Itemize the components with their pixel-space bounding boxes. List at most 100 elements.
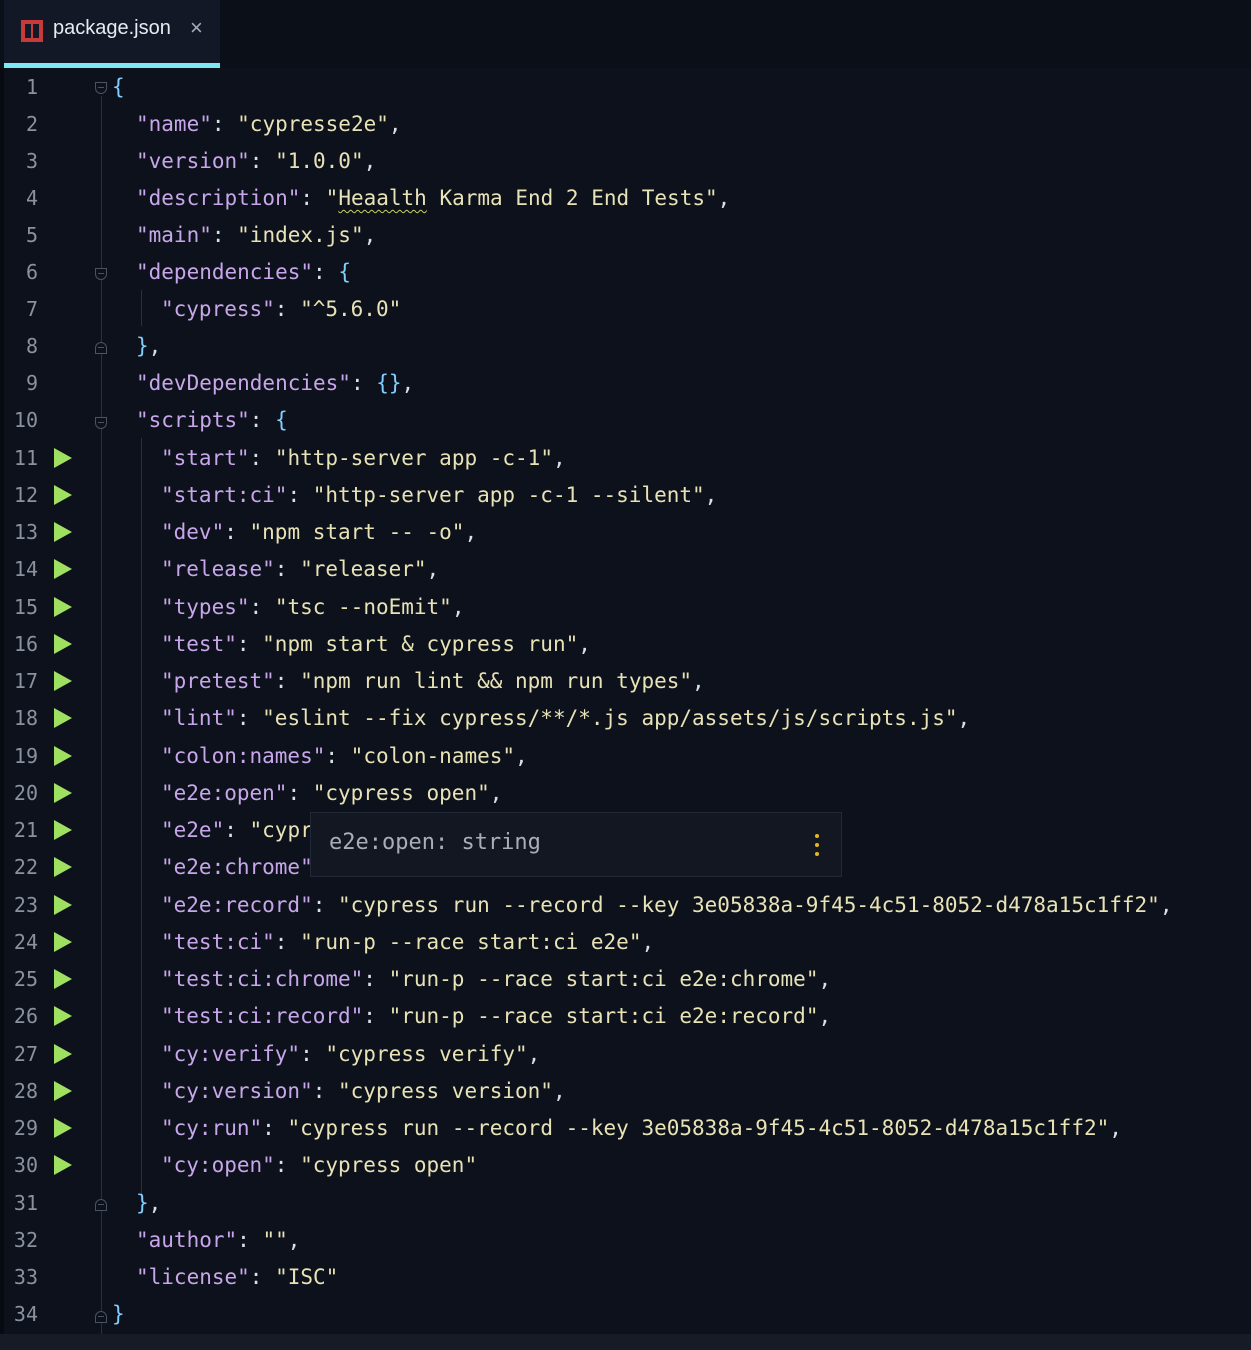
json-key: "license" [136, 1265, 250, 1289]
fold-close-icon[interactable] [95, 1199, 107, 1211]
brace: { [112, 75, 125, 99]
run-script-icon[interactable] [54, 597, 72, 617]
script-value: "npm start & cypress run" [262, 632, 579, 656]
script-line: "colon:names": "colon-names", [161, 744, 528, 768]
tab-package-json[interactable]: package.json × [4, 0, 220, 68]
run-script-icon[interactable] [54, 895, 72, 915]
tab-bar: package.json × [0, 0, 1251, 68]
json-key: "dependencies" [136, 260, 314, 284]
indent-guide [141, 290, 142, 326]
fold-open-icon[interactable] [95, 268, 107, 280]
run-script-icon[interactable] [54, 969, 72, 989]
script-line: "test:ci:record": "run-p --race start:ci… [161, 1004, 832, 1028]
script-value: "npm start -- -o" [249, 520, 465, 544]
more-vertical-icon[interactable] [814, 834, 820, 858]
script-value: "cypress version" [338, 1079, 553, 1103]
script-line: "start:ci": "http-server app -c-1 --sile… [161, 483, 718, 507]
run-script-icon[interactable] [54, 1081, 72, 1101]
line-number: 11 [13, 446, 38, 470]
code-line: "version": "1.0.0", [136, 149, 377, 173]
line-number: 17 [13, 669, 38, 693]
json-value: "index.js" [237, 223, 364, 247]
run-script-icon[interactable] [54, 708, 72, 728]
script-key: "test:ci:chrome" [161, 967, 364, 991]
line-number: 5 [25, 223, 38, 247]
script-line: "cy:run": "cypress run --record --key 3e… [161, 1116, 1122, 1140]
script-key: "start" [161, 446, 250, 470]
run-script-icon[interactable] [54, 820, 72, 840]
script-line: "pretest": "npm run lint && npm run type… [161, 669, 705, 693]
line-number: 22 [13, 855, 38, 879]
script-line: "dev": "npm start -- -o", [161, 520, 478, 544]
line-number: 21 [13, 818, 38, 842]
run-script-icon[interactable] [54, 1155, 72, 1175]
run-script-icon[interactable] [54, 857, 72, 877]
run-script-icon[interactable] [54, 1006, 72, 1026]
close-icon[interactable]: × [190, 15, 203, 41]
script-key: "cy:version" [161, 1079, 313, 1103]
code-line: "devDependencies": {}, [136, 371, 415, 395]
script-value: "cypress open" [312, 781, 490, 805]
script-line: "types": "tsc --noEmit", [161, 595, 465, 619]
code-line: "license": "ISC" [136, 1265, 339, 1289]
code-line: "author": "", [136, 1228, 301, 1252]
script-line: "test:ci:chrome": "run-p --race start:ci… [161, 967, 832, 991]
run-script-icon[interactable] [54, 746, 72, 766]
script-key: "e2e:open" [161, 781, 288, 805]
script-value: "run-p --race start:ci e2e" [300, 930, 642, 954]
script-key: "cy:verify" [161, 1042, 301, 1066]
fold-close-icon[interactable] [95, 342, 107, 354]
run-script-icon[interactable] [54, 559, 72, 579]
script-value: "npm run lint && npm run types" [300, 669, 693, 693]
script-line: "e2e": "cypr [161, 818, 313, 842]
code-editor[interactable]: 1 2 3 4 5 6 7 8 9 10 11 12 13 14 15 16 1… [0, 68, 1251, 1350]
fold-open-icon[interactable] [95, 417, 107, 429]
line-number: 16 [13, 632, 38, 656]
run-script-icon[interactable] [54, 634, 72, 654]
json-value: "" [262, 1228, 288, 1252]
script-value: "cypress verify" [325, 1042, 528, 1066]
script-value: "cypress run --record --key 3e05838a-9f4… [287, 1116, 1110, 1140]
script-key: "test:ci" [161, 930, 275, 954]
line-number: 14 [13, 557, 38, 581]
run-script-icon[interactable] [54, 1044, 72, 1064]
indent-guide [141, 438, 142, 1200]
npm-icon [21, 20, 43, 42]
script-key: "e2e" [161, 818, 225, 842]
run-script-icon[interactable] [54, 932, 72, 952]
run-script-icon[interactable] [54, 485, 72, 505]
script-line: "lint": "eslint --fix cypress/**/*.js ap… [161, 706, 971, 730]
line-number: 25 [13, 967, 38, 991]
script-line: "e2e:chrome" [161, 849, 313, 886]
code-line: "scripts": { [136, 408, 288, 432]
json-key: "main" [136, 223, 212, 247]
json-key: "description" [136, 186, 301, 210]
line-number: 7 [25, 297, 38, 321]
spelling-warning[interactable]: Heaalth [338, 186, 427, 210]
run-script-icon[interactable] [54, 1118, 72, 1138]
fold-close-icon[interactable] [95, 1311, 107, 1323]
script-key: "cy:open" [161, 1153, 275, 1177]
line-number: 31 [13, 1191, 38, 1215]
code-line: }, [136, 1191, 162, 1215]
run-script-icon[interactable] [54, 522, 72, 542]
line-number: 32 [13, 1228, 38, 1252]
script-key: "start:ci" [161, 483, 288, 507]
script-key: "test" [161, 632, 237, 656]
json-value: "ISC" [275, 1265, 339, 1289]
json-key: "author" [136, 1228, 238, 1252]
line-number: 23 [13, 893, 38, 917]
script-key: "e2e:record" [161, 893, 313, 917]
code-line: "description": "Heaalth Karma End 2 End … [136, 186, 731, 210]
run-script-icon[interactable] [54, 448, 72, 468]
fold-open-icon[interactable] [95, 82, 107, 94]
run-script-icon[interactable] [54, 671, 72, 691]
run-script-icon[interactable] [54, 783, 72, 803]
line-number: 27 [13, 1042, 38, 1066]
json-key: "name" [136, 112, 212, 136]
script-value: "releaser" [300, 557, 427, 581]
code-line: "dependencies": { [136, 260, 351, 284]
code-line: } [112, 1296, 125, 1333]
code-line: "main": "index.js", [136, 223, 377, 247]
horizontal-scrollbar[interactable] [0, 1334, 1251, 1350]
